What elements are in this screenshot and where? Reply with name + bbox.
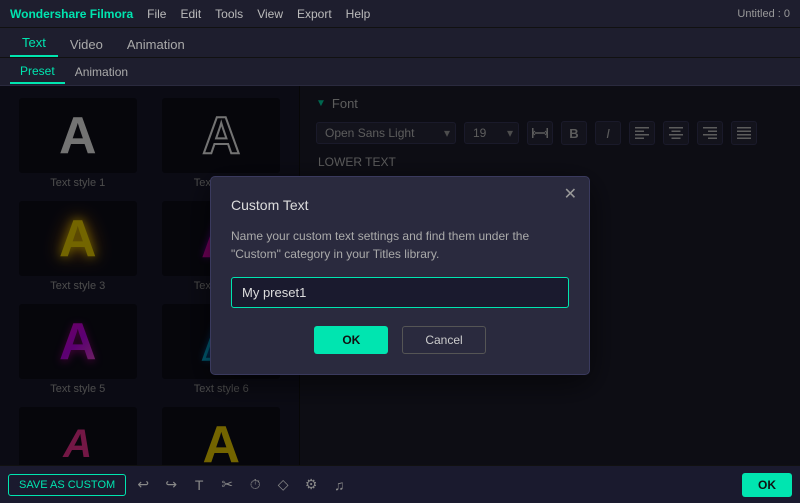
text-icon[interactable]: T	[188, 474, 210, 496]
settings-icon[interactable]: ⚙	[300, 474, 322, 496]
sub-tab-preset[interactable]: Preset	[10, 60, 65, 84]
marker-icon[interactable]: ◇	[272, 474, 294, 496]
modal-title: Custom Text	[231, 197, 569, 213]
menu-bar: File Edit Tools View Export Help	[147, 7, 737, 21]
modal-buttons: OK Cancel	[231, 326, 569, 354]
cut-icon[interactable]: ✂	[216, 474, 238, 496]
sub-tab-bar: Preset Animation	[0, 58, 800, 86]
modal-overlay: ✕ Custom Text Name your custom text sett…	[0, 86, 800, 465]
modal-ok-button[interactable]: OK	[314, 326, 388, 354]
modal-description: Name your custom text settings and find …	[231, 227, 569, 263]
menu-tools[interactable]: Tools	[215, 7, 243, 21]
document-title: Untitled : 0	[737, 8, 790, 20]
tab-video[interactable]: Video	[58, 32, 115, 57]
menu-help[interactable]: Help	[346, 7, 371, 21]
clock-icon[interactable]: ⏱	[244, 474, 266, 496]
menu-export[interactable]: Export	[297, 7, 332, 21]
bottom-icons: ↩ ↪ T ✂ ⏱ ◇ ⚙ ♫	[132, 474, 350, 496]
app-logo: Wondershare Filmora	[10, 7, 133, 21]
modal-close-button[interactable]: ✕	[564, 187, 577, 203]
title-bar: Wondershare Filmora File Edit Tools View…	[0, 0, 800, 28]
modal-cancel-button[interactable]: Cancel	[402, 326, 485, 354]
undo-icon[interactable]: ↩	[132, 474, 154, 496]
redo-icon[interactable]: ↪	[160, 474, 182, 496]
main-tab-bar: Text Video Animation	[0, 28, 800, 58]
bottom-bar: SAVE AS CUSTOM ↩ ↪ T ✂ ⏱ ◇ ⚙ ♫ OK	[0, 465, 800, 503]
custom-text-modal: ✕ Custom Text Name your custom text sett…	[210, 176, 590, 375]
tab-text[interactable]: Text	[10, 30, 58, 57]
menu-edit[interactable]: Edit	[180, 7, 201, 21]
tab-animation[interactable]: Animation	[115, 32, 197, 57]
menu-view[interactable]: View	[257, 7, 283, 21]
save-as-custom-button[interactable]: SAVE AS CUSTOM	[8, 474, 126, 496]
sub-tab-animation[interactable]: Animation	[65, 61, 138, 83]
menu-file[interactable]: File	[147, 7, 166, 21]
main-layout: A Text style 1 A Text style 2 A Text sty…	[0, 86, 800, 465]
preset-name-input[interactable]	[231, 277, 569, 308]
audio-icon[interactable]: ♫	[328, 474, 350, 496]
ok-button[interactable]: OK	[742, 473, 792, 497]
